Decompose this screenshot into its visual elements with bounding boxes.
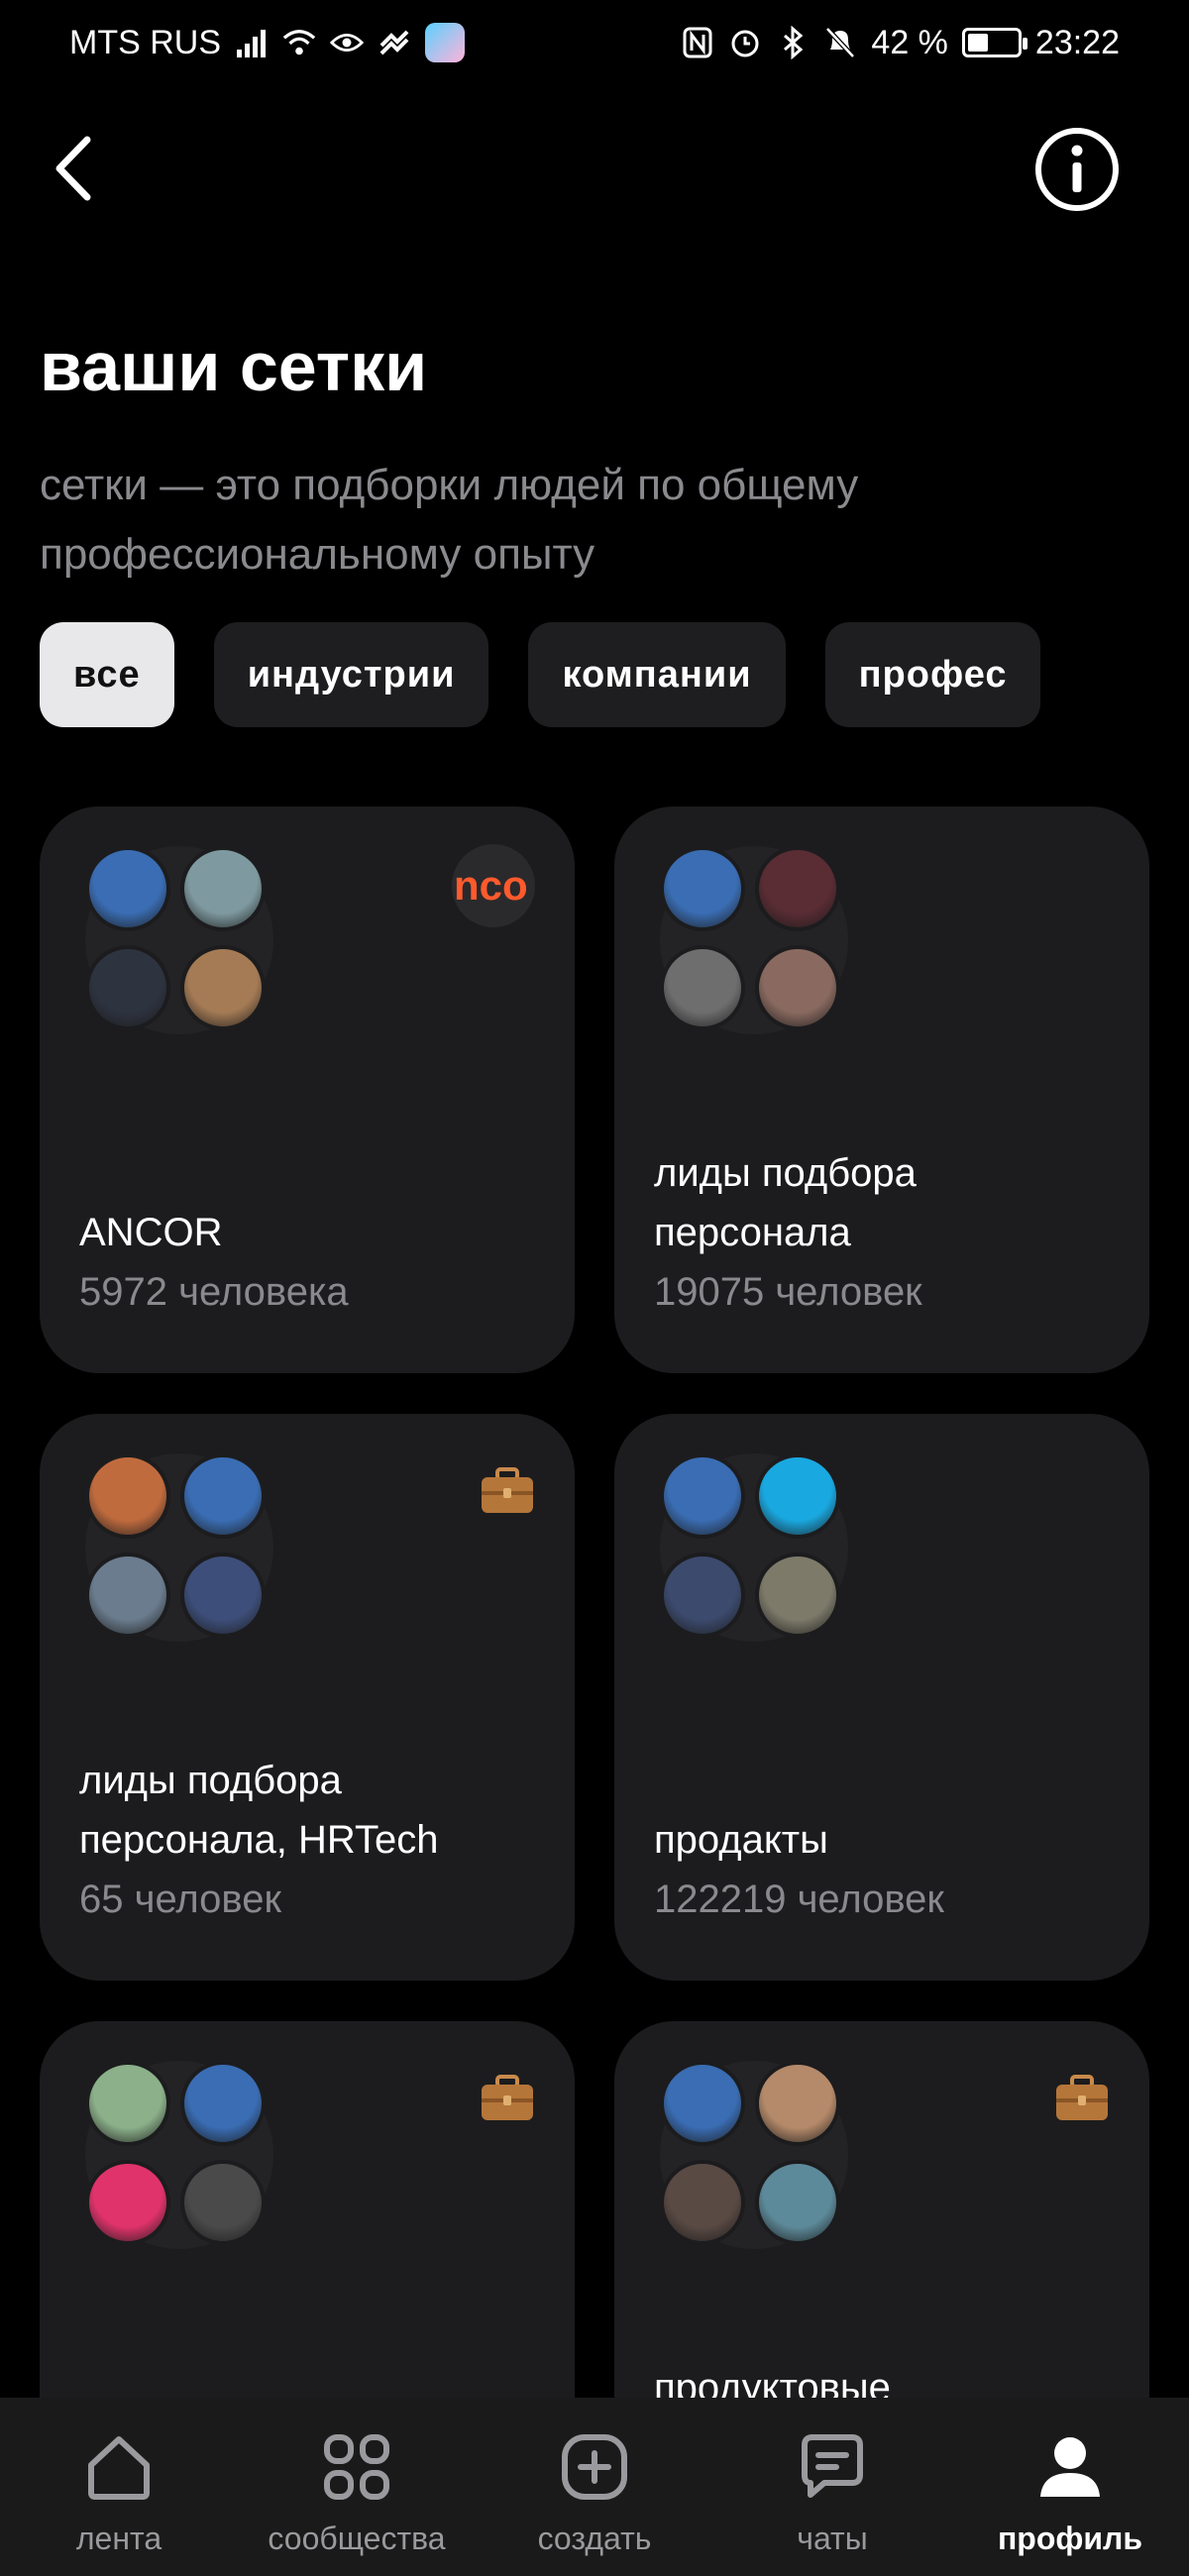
card-title: ANCOR: [79, 1211, 223, 1254]
card-count: 65 человек: [79, 1878, 281, 1921]
avatar: [660, 1453, 745, 1539]
grid-icon: [317, 2427, 396, 2507]
briefcase-icon: [482, 1467, 533, 1513]
bluetooth-icon: [776, 26, 810, 59]
page-title: ваши сетки: [40, 328, 428, 405]
signal-icon: [235, 26, 269, 59]
avatar: [85, 2160, 170, 2245]
avatar: [755, 846, 840, 931]
card-title: продакты: [654, 1818, 828, 1862]
info-button[interactable]: [1034, 127, 1120, 212]
card-count: 5972 человека: [79, 1270, 349, 1314]
nav-item-communities[interactable]: сообщества: [248, 2427, 466, 2557]
nav-item-create[interactable]: создать: [486, 2427, 703, 2557]
filter-chips: все индустрии компании профес: [40, 622, 1041, 727]
nav-label: лента: [75, 2521, 162, 2556]
page-subtitle: сетки — это подборки людей по общему про…: [40, 461, 859, 579]
network-card[interactable]: лиды подбора персонала 19075 человек: [614, 806, 1149, 1373]
avatar: [660, 2160, 745, 2245]
network-card[interactable]: nco ANCOR 5972 человека: [40, 806, 575, 1373]
avatar: [755, 1553, 840, 1638]
battery-fill: [967, 34, 988, 52]
clock: 23:22: [1034, 23, 1120, 61]
avatar: [755, 945, 840, 1030]
card-count: 122219 человек: [654, 1878, 944, 1921]
carrier-label: MTS RUS: [69, 23, 221, 61]
battery-icon: [961, 28, 1027, 57]
filter-chip-professions[interactable]: профес: [824, 622, 1041, 727]
avatar: [180, 2061, 266, 2146]
nav-label: профиль: [997, 2521, 1143, 2556]
nav-item-chats[interactable]: чаты: [723, 2427, 941, 2557]
avatar: [660, 945, 745, 1030]
avatar: [180, 945, 266, 1030]
card-title: лиды подбора персонала: [654, 1151, 917, 1254]
card-title: лиды подбора персонала, HRTech: [79, 1759, 439, 1862]
avatar-group: [85, 846, 273, 1034]
back-button[interactable]: [40, 129, 109, 208]
battery-percent: 42 %: [871, 23, 948, 61]
nfc-icon: [681, 26, 714, 59]
avatar: [85, 1453, 170, 1539]
alarm-icon: [728, 26, 762, 59]
nav-item-feed[interactable]: лента: [10, 2427, 228, 2557]
avatar: [85, 846, 170, 931]
avatar: [660, 2061, 745, 2146]
network-card[interactable]: продакты 122219 человек: [614, 1414, 1149, 1981]
avatar-group: [660, 846, 848, 1034]
avatar: [755, 1453, 840, 1539]
avatar: [660, 846, 745, 931]
mute-icon: [823, 26, 857, 59]
chevron-left-icon: [55, 136, 91, 201]
avatar-group: [660, 2061, 848, 2249]
vpn-icon: [378, 26, 411, 59]
avatar-group: [85, 2061, 273, 2249]
avatar: [755, 2160, 840, 2245]
avatar: [85, 1553, 170, 1638]
avatar-group: [660, 1453, 848, 1642]
briefcase-icon: [1056, 2075, 1108, 2120]
network-card[interactable]: лиды подбора персонала, HRTech 65 челове…: [40, 1414, 575, 1981]
avatar: [180, 1553, 266, 1638]
status-left: MTS RUS: [69, 23, 465, 62]
plus-square-icon: [555, 2427, 634, 2507]
avatar-group: [85, 1453, 273, 1642]
person-icon: [1030, 2427, 1110, 2507]
bottom-navigation: лента сообщества создать чаты профиль: [0, 2398, 1189, 2576]
filter-chip-companies[interactable]: компании: [528, 622, 786, 727]
nav-item-profile[interactable]: профиль: [961, 2427, 1179, 2557]
nav-label: чаты: [797, 2521, 868, 2556]
status-right: 42 % 23:22: [681, 24, 1120, 62]
filter-chip-all[interactable]: все: [40, 622, 174, 727]
chat-icon: [793, 2427, 872, 2507]
nav-label: создать: [537, 2521, 652, 2556]
app-notification-icon: [425, 23, 465, 62]
avatar: [85, 945, 170, 1030]
filter-chip-industries[interactable]: индустрии: [213, 622, 489, 727]
status-bar: MTS RUS 42 % 23:22: [0, 0, 1189, 85]
avatar: [85, 2061, 170, 2146]
avatar: [180, 2160, 266, 2245]
avatar: [755, 2061, 840, 2146]
eye-icon: [330, 26, 364, 59]
info-icon: [1035, 128, 1119, 211]
nav-label: сообщества: [268, 2521, 446, 2556]
briefcase-icon: [482, 2075, 533, 2120]
avatar: [180, 846, 266, 931]
avatar: [180, 1453, 266, 1539]
company-logo: nco: [452, 844, 535, 927]
card-count: 19075 человек: [654, 1270, 922, 1314]
wifi-icon: [282, 26, 316, 59]
avatar: [660, 1553, 745, 1638]
home-icon: [79, 2427, 159, 2507]
